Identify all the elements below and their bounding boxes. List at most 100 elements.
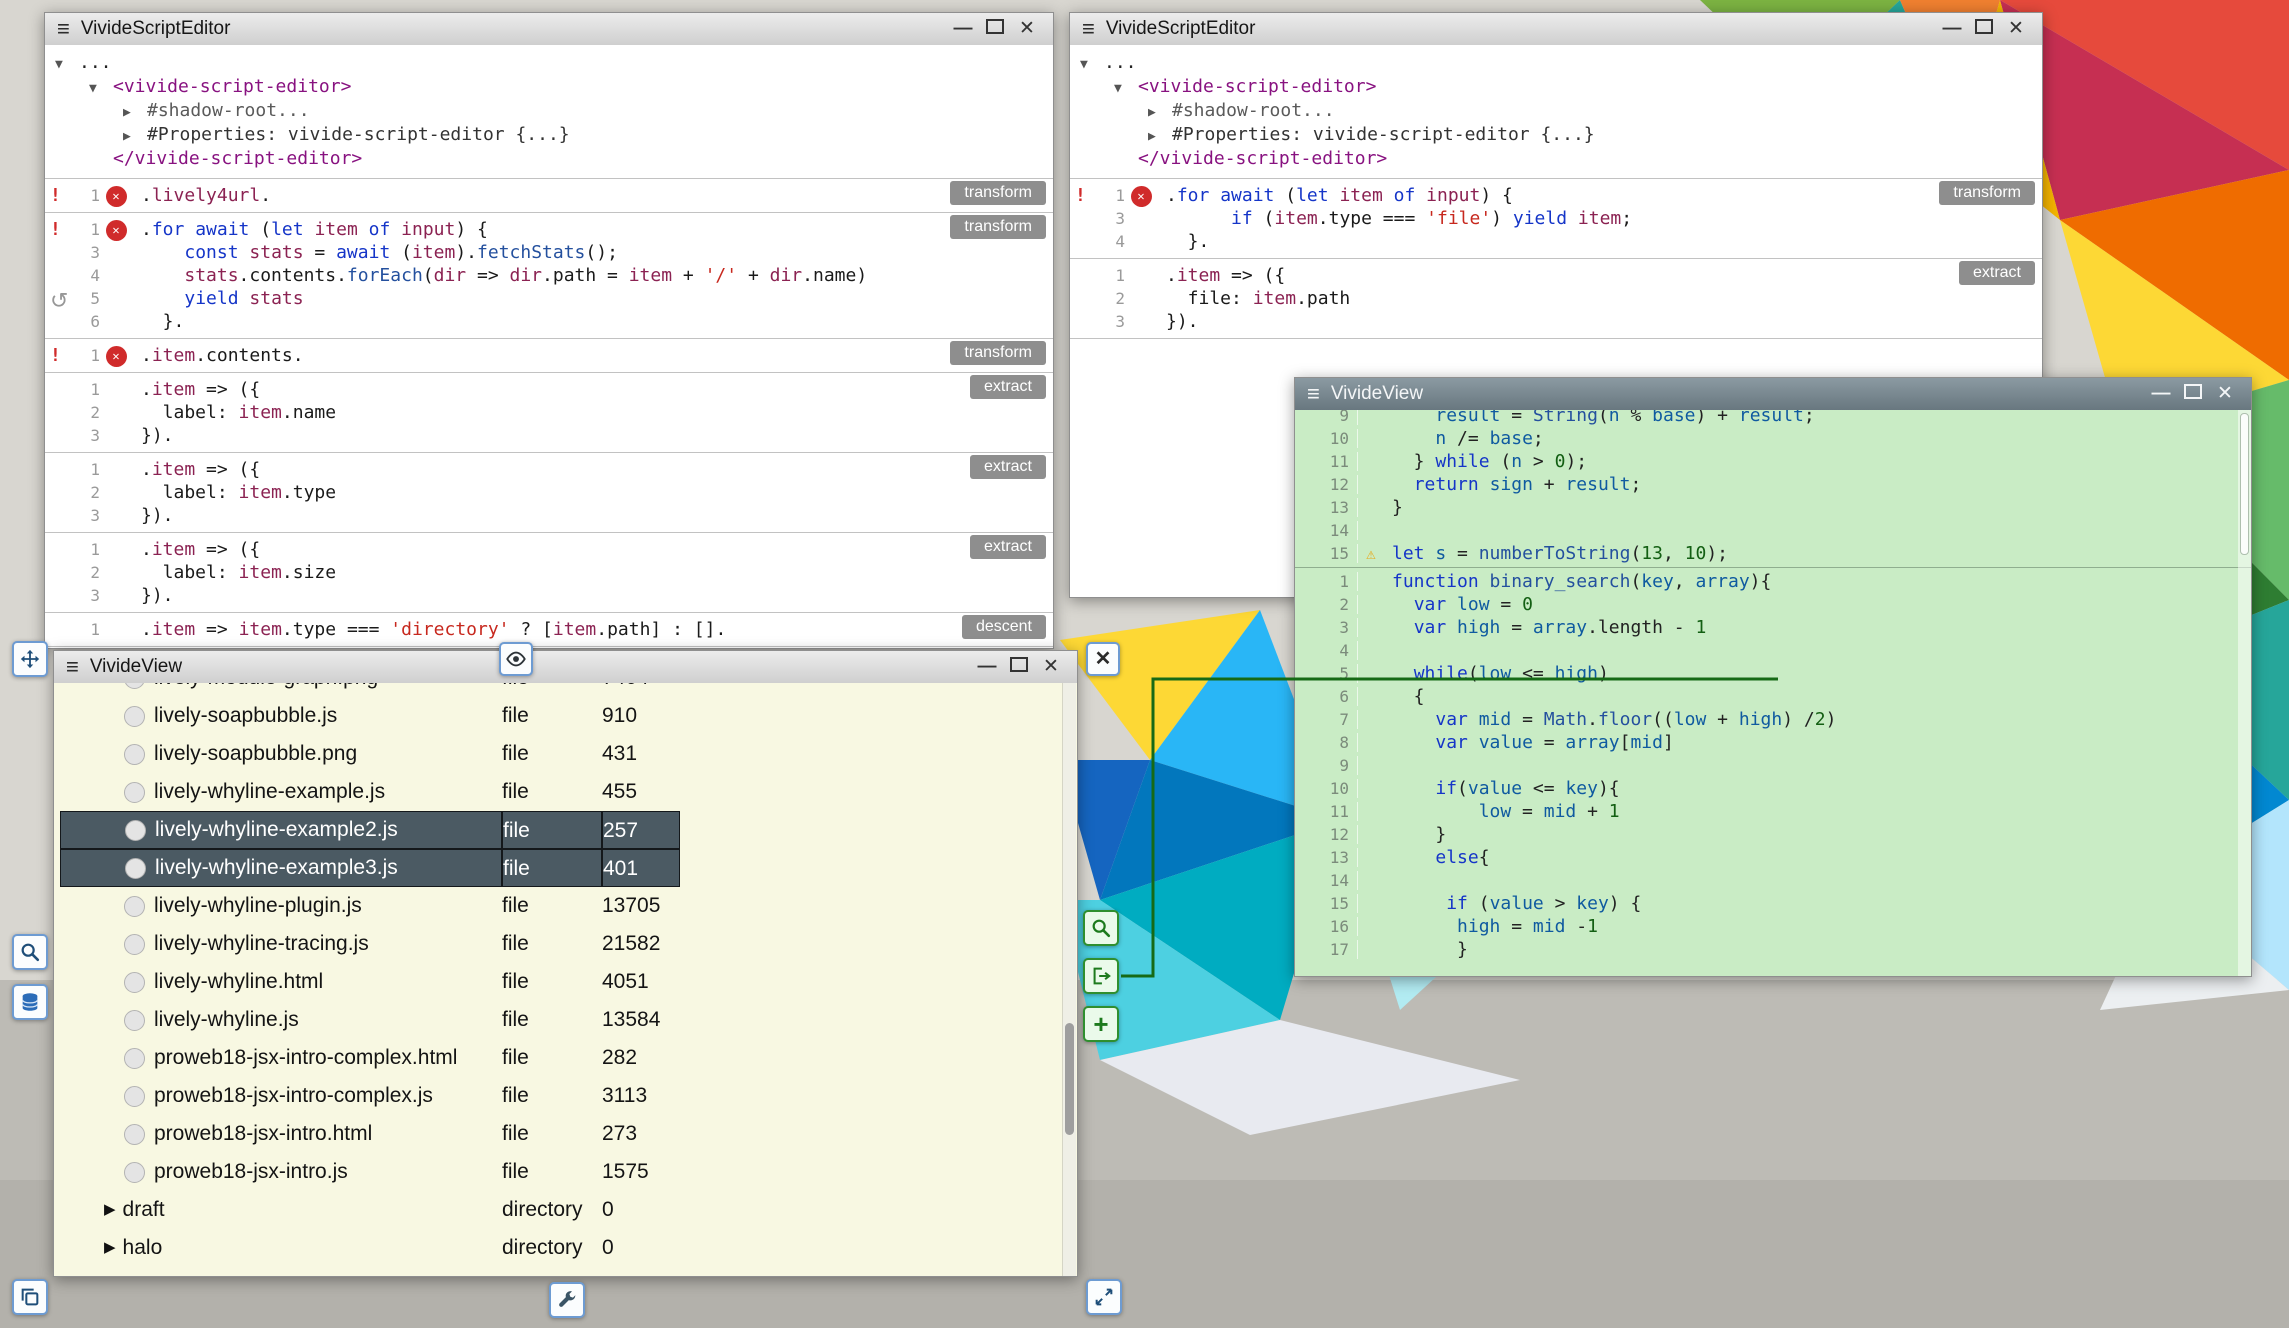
file-row[interactable]: lively-whyline-tracing.jsfile21582: [54, 925, 1077, 963]
code-line[interactable]: 2 file: item.path: [1070, 287, 2042, 310]
code-line[interactable]: 3}).: [45, 584, 1053, 607]
name-cell[interactable]: lively-soapbubble.js: [60, 697, 502, 735]
window-menu-icon[interactable]: ≡: [1307, 378, 1320, 410]
code-line[interactable]: 11 } while (n > 0);: [1295, 450, 2251, 473]
titlebar[interactable]: ≡ VivideView — ✕: [1295, 378, 2251, 411]
code-line[interactable]: 11 low = mid + 1: [1295, 800, 2251, 823]
code-text[interactable]: .for await (let item of input) {: [132, 219, 488, 240]
directory-row[interactable]: ▶halodirectory0: [54, 1229, 1077, 1267]
code-line[interactable]: 2 label: item.size: [45, 561, 1053, 584]
code-line[interactable]: 6 }.: [45, 310, 1053, 333]
code-text[interactable]: {: [1384, 686, 1425, 707]
code-line[interactable]: 5 yield stats: [45, 287, 1053, 310]
stage-transform-button[interactable]: transform: [950, 215, 1046, 239]
code-line[interactable]: !1✕.for await (let item of input) {: [45, 218, 1053, 241]
code-line[interactable]: 4: [1295, 639, 2251, 662]
name-cell[interactable]: proweb18-jsx-intro-complex.js: [60, 1077, 502, 1115]
name-cell[interactable]: lively-whyline.html: [60, 963, 502, 1001]
code-text[interactable]: if (value > key) {: [1384, 893, 1641, 914]
name-cell[interactable]: ▶halo: [60, 1229, 502, 1267]
name-cell[interactable]: proweb18-jsx-intro.html: [60, 1115, 502, 1153]
window-menu-icon[interactable]: ≡: [1082, 13, 1095, 45]
name-cell[interactable]: lively-whyline-plugin.js: [60, 887, 502, 925]
code-text[interactable]: .item => ({: [1157, 265, 1285, 286]
add-view-button[interactable]: +: [1083, 1006, 1119, 1042]
code-text[interactable]: .item => ({: [132, 379, 260, 400]
file-row[interactable]: proweb18-jsx-intro-complex.jsfile3113: [54, 1077, 1077, 1115]
code-text[interactable]: var value = array[mid]: [1384, 732, 1674, 753]
close-view-button[interactable]: ✕: [1086, 642, 1120, 676]
code-line[interactable]: 2 label: item.type: [45, 481, 1053, 504]
stage-transform-button[interactable]: transform: [1939, 181, 2035, 205]
stage-transform-button[interactable]: transform: [950, 181, 1046, 205]
code-text[interactable]: stats.contents.forEach(dir => dir.path =…: [132, 265, 867, 286]
tree-arrow-icon[interactable]: ▼: [89, 78, 113, 100]
code-text[interactable]: yield stats: [132, 288, 304, 309]
code-text[interactable]: function binary_search(key, array){: [1384, 571, 1771, 592]
close-button[interactable]: ✕: [2002, 14, 2030, 44]
file-row[interactable]: lively-whyline-example3.jsfile401: [54, 849, 1077, 887]
name-cell[interactable]: lively-soapbubble.png: [60, 735, 502, 773]
scrollbar[interactable]: [1062, 683, 1076, 1276]
titlebar[interactable]: ≡ VivideScriptEditor — ✕: [45, 13, 1053, 46]
code-text[interactable]: .item => ({: [132, 539, 260, 560]
code-line[interactable]: 15 if (value > key) {: [1295, 892, 2251, 915]
code-line[interactable]: 9: [1295, 754, 2251, 777]
code-line[interactable]: 10 n /= base;: [1295, 427, 2251, 450]
code-text[interactable]: .item => ({: [132, 459, 260, 480]
code-text[interactable]: .lively4url.: [132, 185, 271, 206]
tree-node[interactable]: </vivide-script-editor>: [1070, 148, 2042, 170]
code-line[interactable]: 2 label: item.name: [45, 401, 1053, 424]
code-line[interactable]: 12 }: [1295, 823, 2251, 846]
titlebar[interactable]: ≡ VivideScriptEditor — ✕: [1070, 13, 2042, 46]
close-button[interactable]: ✕: [1013, 14, 1041, 44]
code-text[interactable]: label: item.name: [132, 402, 336, 423]
code-line[interactable]: 12 return sign + result;: [1295, 473, 2251, 496]
code-line[interactable]: 1.item => ({: [45, 538, 1053, 561]
code-line[interactable]: 16 high = mid -1: [1295, 915, 2251, 938]
code-line[interactable]: 15⚠let s = numberToString(13, 10);: [1295, 542, 2251, 565]
code-text[interactable]: file: item.path: [1157, 288, 1350, 309]
code-text[interactable]: label: item.type: [132, 482, 336, 503]
connect-output-button[interactable]: [1083, 958, 1119, 994]
titlebar[interactable]: ≡ VivideView — ✕: [54, 651, 1077, 684]
name-cell[interactable]: proweb18-jsx-intro.js: [60, 1153, 502, 1191]
code-line[interactable]: 14: [1295, 869, 2251, 892]
name-cell[interactable]: ▶draft: [60, 1191, 502, 1229]
code-text[interactable]: .item => item.type === 'directory' ? [it…: [132, 619, 726, 640]
window-menu-icon[interactable]: ≡: [66, 651, 79, 683]
code-text[interactable]: } while (n > 0);: [1384, 451, 1587, 472]
code-line[interactable]: 9 result = String(n % base) + result;: [1295, 410, 2251, 427]
code-line[interactable]: 3}).: [45, 424, 1053, 447]
tree-arrow-icon[interactable]: ▶: [123, 102, 147, 124]
tree-arrow-icon[interactable]: ▶: [1148, 102, 1172, 124]
code-text[interactable]: high = mid -1: [1384, 916, 1598, 937]
code-text[interactable]: }: [1384, 824, 1446, 845]
tree-node[interactable]: ▶#shadow-root...: [1070, 100, 2042, 124]
tree-arrow-icon[interactable]: ▼: [1114, 78, 1138, 100]
tree-node[interactable]: ▼...: [1070, 52, 2042, 76]
inspect-button[interactable]: [12, 934, 48, 970]
code-line[interactable]: 6 {: [1295, 685, 2251, 708]
tree-node[interactable]: ▶#Properties: vivide-script-editor {...}: [45, 124, 1053, 148]
code-text[interactable]: low = mid + 1: [1384, 801, 1620, 822]
close-button[interactable]: ✕: [2211, 379, 2239, 409]
file-row[interactable]: lively-whyline.jsfile13584: [54, 1001, 1077, 1039]
code-line[interactable]: 1.item => item.type === 'directory' ? [i…: [45, 618, 1053, 641]
name-cell[interactable]: lively-whyline-tracing.js: [60, 925, 502, 963]
minimize-button[interactable]: —: [1938, 14, 1966, 44]
code-text[interactable]: if (item.type === 'file') yield item;: [1157, 208, 1632, 229]
file-row[interactable]: lively-soapbubble.jsfile910: [54, 697, 1077, 735]
code-text[interactable]: .for await (let item of input) {: [1157, 185, 1513, 206]
code-line[interactable]: 1function binary_search(key, array){: [1295, 570, 2251, 593]
name-cell[interactable]: lively-module-graph.png: [60, 683, 502, 697]
tree-arrow-icon[interactable]: ▶: [123, 126, 147, 148]
code-line[interactable]: 13 else{: [1295, 846, 2251, 869]
code-text[interactable]: return sign + result;: [1384, 474, 1641, 495]
preview-button[interactable]: [499, 642, 533, 676]
stage-extract-button[interactable]: extract: [970, 375, 1046, 399]
name-cell[interactable]: proweb18-jsx-intro-complex.html: [60, 1039, 502, 1077]
code-text[interactable]: var low = 0: [1384, 594, 1533, 615]
code-line[interactable]: 17 }: [1295, 938, 2251, 961]
move-window-button[interactable]: [12, 641, 48, 677]
